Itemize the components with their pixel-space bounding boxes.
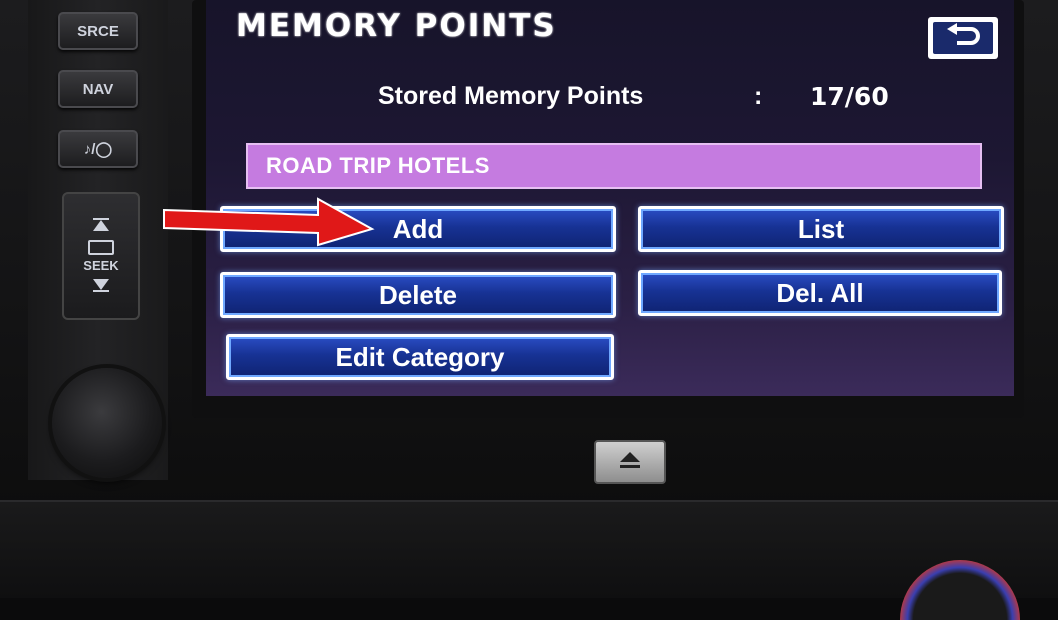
seek-rocker[interactable]: SEEK [62, 192, 140, 320]
seek-up-icon[interactable] [91, 217, 111, 237]
back-arrow-icon [943, 23, 983, 53]
lower-panel [0, 500, 1058, 598]
eject-button[interactable] [594, 440, 666, 484]
seek-down-icon[interactable] [91, 276, 111, 295]
category-bar[interactable]: ROAD TRIP HOTELS [246, 143, 982, 189]
audio-button[interactable]: ♪/◯ [58, 130, 138, 168]
stored-points-label: Stored Memory Points [378, 82, 644, 110]
stored-points-count: 17/60 [810, 82, 889, 111]
delete-all-button[interactable]: Del. All [638, 270, 1002, 316]
annotation-arrow-icon [160, 193, 375, 257]
edit-category-button[interactable]: Edit Category [226, 334, 614, 380]
delete-button[interactable]: Delete [220, 272, 616, 318]
nav-button[interactable]: NAV [58, 70, 138, 108]
seek-center-icon [88, 239, 114, 255]
stored-points-separator: : [754, 82, 763, 110]
eject-icon [618, 450, 642, 474]
back-button[interactable] [928, 17, 998, 59]
page-title: MEMORY POINTS [236, 8, 557, 44]
list-button[interactable]: List [638, 206, 1004, 252]
srce-button[interactable]: SRCE [58, 12, 138, 50]
volume-knob[interactable] [52, 368, 162, 478]
seek-label: SEEK [83, 257, 119, 273]
